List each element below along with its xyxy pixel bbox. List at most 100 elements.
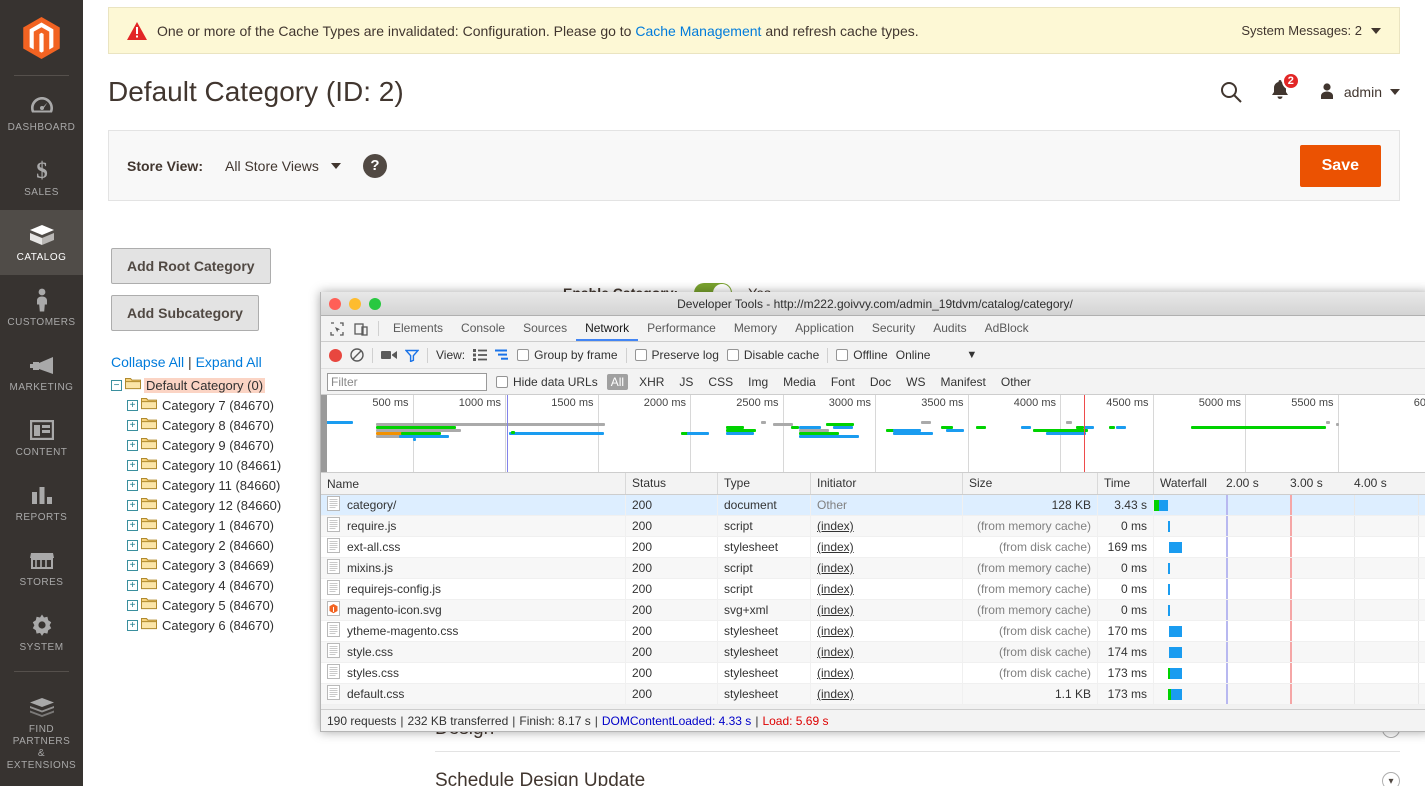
expand-node-icon[interactable]: + [127,400,138,411]
camera-icon[interactable] [381,349,397,361]
preserve-log-checkbox[interactable]: Preserve log [635,348,719,362]
cell-name[interactable]: styles.css [321,663,626,683]
filter-type-manifest[interactable]: Manifest [937,374,990,390]
filter-type-img[interactable]: Img [744,374,772,390]
devtools-tab-security[interactable]: Security [863,316,924,341]
collapse-node-icon[interactable]: − [111,380,122,391]
cell-name[interactable]: mixins.js [321,558,626,578]
sidebar-item-stores[interactable]: STORES [0,535,83,600]
expand-node-icon[interactable]: + [127,520,138,531]
filter-type-other[interactable]: Other [997,374,1035,390]
expand-node-icon[interactable]: + [127,500,138,511]
devtools-window[interactable]: Developer Tools - http://m222.goivvy.com… [320,292,1425,732]
table-row[interactable]: styles.css200stylesheet(index)(from disk… [321,663,1425,684]
offline-checkbox[interactable]: Offline [836,348,887,362]
add-subcategory-button[interactable]: Add Subcategory [111,295,259,331]
table-row[interactable]: default.css200stylesheet(index)1.1 KB173… [321,684,1425,705]
table-row[interactable]: require.js200script(index)(from memory c… [321,516,1425,537]
help-icon[interactable]: ? [363,154,387,178]
filter-type-ws[interactable]: WS [902,374,929,390]
sidebar-item-reports[interactable]: REPORTS [0,470,83,535]
devtools-tab-memory[interactable]: Memory [725,316,786,341]
network-overview-timeline[interactable]: 500 ms1000 ms1500 ms2000 ms2500 ms3000 m… [321,395,1425,473]
filter-type-js[interactable]: JS [675,374,697,390]
cell-name[interactable]: default.css [321,684,626,704]
expand-node-icon[interactable]: + [127,460,138,471]
sidebar-item-sales[interactable]: $ SALES [0,145,83,210]
table-row[interactable]: category/200documentOther128 KB3.43 s [321,495,1425,516]
minimize-icon[interactable] [349,298,361,310]
tree-node-label[interactable]: Category 7 (84670) [160,398,276,413]
column-header-status[interactable]: Status [626,473,718,494]
cell-name[interactable]: ytheme-magento.css [321,621,626,641]
filter-type-css[interactable]: CSS [704,374,737,390]
devtools-tab-application[interactable]: Application [786,316,863,341]
magento-logo[interactable] [0,0,83,75]
cell-name[interactable]: style.css [321,642,626,662]
devtools-tab-audits[interactable]: Audits [924,316,975,341]
filter-type-media[interactable]: Media [779,374,820,390]
expand-node-icon[interactable]: + [127,540,138,551]
devtools-titlebar[interactable]: Developer Tools - http://m222.goivvy.com… [321,292,1425,316]
filter-type-font[interactable]: Font [827,374,859,390]
notifications-button[interactable]: 2 [1270,79,1290,106]
list-view-icon[interactable] [473,349,487,361]
maximize-icon[interactable] [369,298,381,310]
tree-node-label[interactable]: Category 2 (84660) [160,538,276,553]
table-row[interactable]: ext-all.css200stylesheet(index)(from dis… [321,537,1425,558]
table-row[interactable]: requirejs-config.js200script(index)(from… [321,579,1425,600]
store-view-select[interactable]: All Store Views [225,158,341,174]
expand-all-link[interactable]: Expand All [196,354,262,370]
sidebar-item-dashboard[interactable]: DASHBOARD [0,80,83,145]
devtools-tab-adblock[interactable]: AdBlock [976,316,1038,341]
collapse-all-link[interactable]: Collapse All [111,354,184,370]
devtools-tab-network[interactable]: Network [576,316,638,341]
search-icon[interactable] [1220,81,1242,103]
record-icon[interactable] [329,349,342,362]
column-header-type[interactable]: Type [718,473,811,494]
filter-type-doc[interactable]: Doc [866,374,895,390]
cell-name[interactable]: ext-all.css [321,537,626,557]
section-schedule-design-update[interactable]: Schedule Design Update ▾ [435,770,1400,786]
devtools-tab-sources[interactable]: Sources [514,316,576,341]
table-row[interactable]: mixins.js200script(index)(from memory ca… [321,558,1425,579]
expand-node-icon[interactable]: + [127,600,138,611]
filter-type-xhr[interactable]: XHR [635,374,668,390]
sidebar-item-customers[interactable]: CUSTOMERS [0,275,83,340]
tree-node-label[interactable]: Category 8 (84670) [160,418,276,433]
table-row[interactable]: style.css200stylesheet(index)(from disk … [321,642,1425,663]
waterfall-view-icon[interactable] [495,349,509,361]
expand-node-icon[interactable]: + [127,440,138,451]
tree-node-label[interactable]: Category 1 (84670) [160,518,276,533]
group-by-frame-checkbox[interactable]: Group by frame [517,348,617,362]
close-icon[interactable] [329,298,341,310]
cell-name[interactable]: require.js [321,516,626,536]
filter-input[interactable] [327,373,487,391]
expand-node-icon[interactable]: + [127,580,138,591]
tree-node-label[interactable]: Category 10 (84661) [160,458,283,473]
tree-node-label[interactable]: Category 9 (84670) [160,438,276,453]
clear-icon[interactable] [350,348,364,362]
inspect-element-icon[interactable] [325,316,349,341]
admin-user-menu[interactable]: admin [1318,82,1400,103]
tree-node-label[interactable]: Category 11 (84660) [160,478,282,493]
tree-node-label[interactable]: Category 5 (84670) [160,598,276,613]
sidebar-item-catalog[interactable]: CATALOG [0,210,83,275]
add-root-category-button[interactable]: Add Root Category [111,248,271,284]
throttle-chevron-icon[interactable]: ▼ [966,349,977,361]
funnel-icon[interactable] [405,349,419,362]
column-header-name[interactable]: Name [321,473,626,494]
expand-node-icon[interactable]: + [127,480,138,491]
devtools-tab-performance[interactable]: Performance [638,316,725,341]
expand-node-icon[interactable]: + [127,420,138,431]
sidebar-item-find-partners[interactable]: FIND PARTNERS & EXTENSIONS [0,682,83,783]
cell-name[interactable]: requirejs-config.js [321,579,626,599]
online-throttle-value[interactable]: Online [896,348,931,362]
tree-node-label[interactable]: Category 4 (84670) [160,578,276,593]
filter-type-all[interactable]: All [607,374,628,390]
tree-node-label[interactable]: Default Category (0) [144,378,265,393]
devtools-tab-elements[interactable]: Elements [384,316,452,341]
sidebar-item-system[interactable]: SYSTEM [0,600,83,665]
sidebar-item-content[interactable]: CONTENT [0,405,83,470]
column-header-waterfall[interactable]: Waterfall2.00 s3.00 s4.00 s [1154,473,1425,494]
